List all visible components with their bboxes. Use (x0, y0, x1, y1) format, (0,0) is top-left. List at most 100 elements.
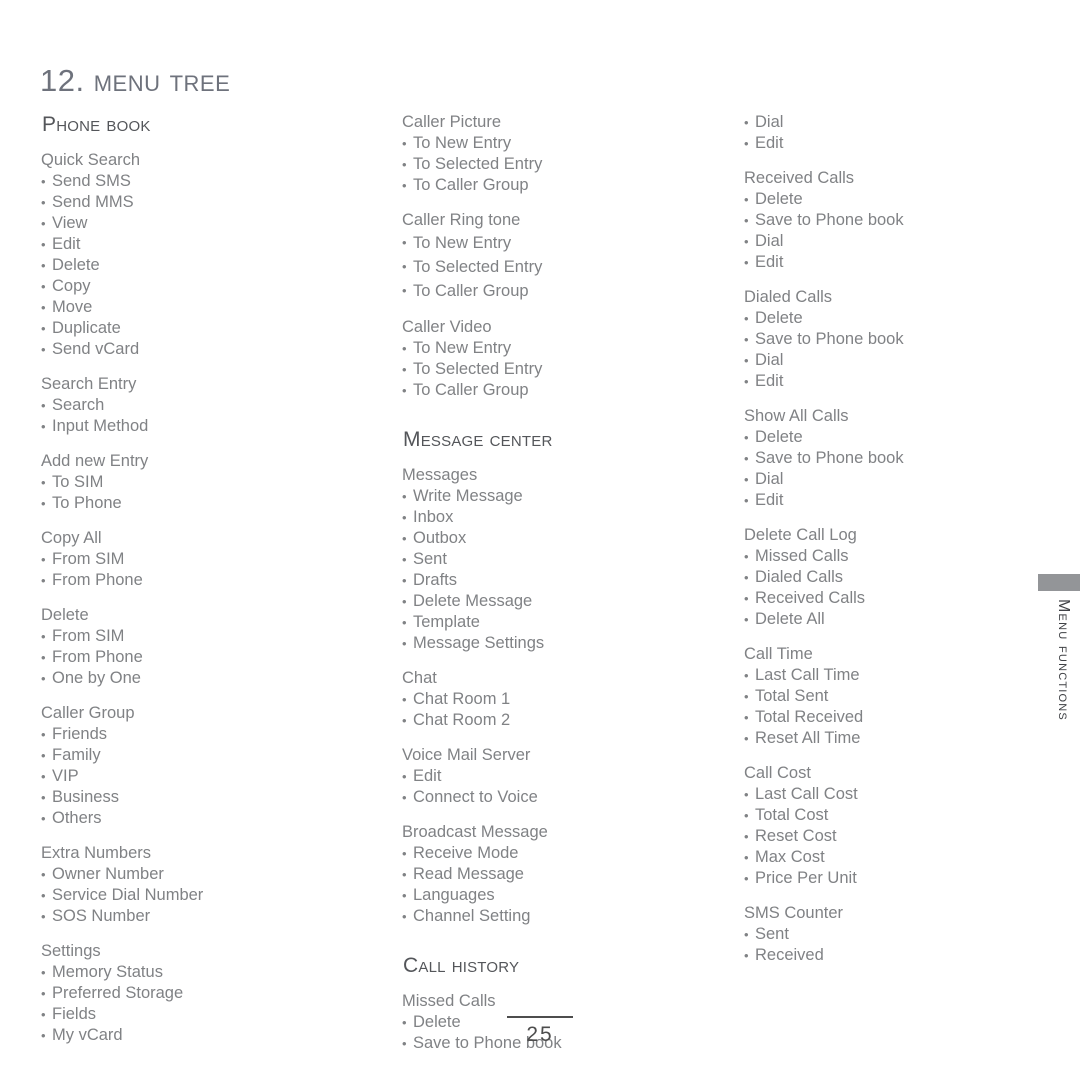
menu-item: Duplicate (41, 318, 341, 339)
menu-item-list: Last Call CostTotal CostReset CostMax Co… (744, 784, 1044, 889)
menu-group-title: Missed Calls (402, 992, 496, 1010)
menu-item: Connect to Voice (402, 787, 702, 808)
menu-item-list: EditConnect to Voice (402, 766, 702, 808)
menu-item: Edit (41, 234, 341, 255)
section-heading: Message Center (403, 428, 553, 451)
menu-item: To Phone (41, 493, 341, 514)
menu-item: From Phone (41, 570, 341, 591)
menu-tree-column-3: DialEditReceived CallsDeleteSave to Phon… (744, 112, 1044, 966)
menu-item: One by One (41, 668, 341, 689)
menu-item-list: DialEdit (744, 112, 1044, 154)
menu-item: Total Cost (744, 805, 1044, 826)
menu-item: Delete (41, 255, 341, 276)
menu-item-list: From SIMFrom PhoneOne by One (41, 626, 341, 689)
menu-item: Edit (744, 371, 1044, 392)
menu-group: Call Time Last Call TimeTotal SentTotal R… (744, 644, 1044, 749)
menu-item: Received Calls (744, 588, 1044, 609)
menu-group-title: Search Entry (41, 375, 137, 393)
menu-item: Delete (744, 427, 1044, 448)
menu-item: Price Per Unit (744, 868, 1044, 889)
menu-item: Save to Phone book (744, 210, 1044, 231)
menu-group: Add new Entry To SIMTo Phone (41, 451, 341, 514)
side-tab: Menu Functions (1038, 574, 1080, 726)
menu-group: Extra Numbers Owner NumberService Dial Nu… (41, 843, 341, 927)
menu-group-title: Copy All (41, 529, 102, 547)
menu-item: Channel Setting (402, 906, 702, 927)
menu-item: Delete (744, 308, 1044, 329)
menu-group-title: Add new Entry (41, 452, 149, 470)
menu-item: Send SMS (41, 171, 341, 192)
menu-item-list: DeleteSave to Phone bookDialEdit (744, 308, 1044, 392)
section-heading: Call History (403, 954, 520, 977)
menu-group-title: Caller Group (41, 704, 135, 722)
menu-item: Business (41, 787, 341, 808)
menu-item: Chat Room 2 (402, 710, 702, 731)
menu-item: Input Method (41, 416, 341, 437)
menu-item: Outbox (402, 528, 702, 549)
menu-group: Messages Write MessageInboxOutboxSentDraf… (402, 465, 702, 654)
menu-item: From SIM (41, 549, 341, 570)
menu-item: Receive Mode (402, 843, 702, 864)
side-tab-accent-bar (1038, 574, 1080, 591)
menu-group: Caller Group FriendsFamilyVIPBusinessOthe… (41, 703, 341, 829)
page-number: 25 (526, 1023, 554, 1046)
menu-item: Search (41, 395, 341, 416)
menu-group: Caller Picture To New EntryTo Selected En… (402, 112, 702, 196)
menu-item: To Caller Group (402, 279, 702, 303)
menu-item: Received (744, 945, 1044, 966)
menu-item-list: SentReceived (744, 924, 1044, 966)
menu-item: SOS Number (41, 906, 341, 927)
menu-group-title: Call Time (744, 645, 813, 663)
menu-tree-column-2: Caller PictureTo New EntryTo Selected En… (402, 112, 702, 1054)
menu-group-title: Messages (402, 466, 478, 484)
menu-group-title: Call Cost (744, 764, 811, 782)
menu-item: Preferred Storage (41, 983, 341, 1004)
menu-tree-column-1: Phone Book Quick Search Send SMSSend MMSVi… (41, 112, 341, 1046)
menu-group-title: Chat (402, 669, 437, 687)
menu-item: Memory Status (41, 962, 341, 983)
menu-item: From Phone (41, 647, 341, 668)
menu-item: Edit (402, 766, 702, 787)
menu-item-list: Send SMSSend MMSViewEditDeleteCopyMoveDu… (41, 171, 341, 360)
menu-item: To Caller Group (402, 380, 702, 401)
menu-item: Dial (744, 469, 1044, 490)
menu-item: Send MMS (41, 192, 341, 213)
menu-item: To SIM (41, 472, 341, 493)
menu-group: Caller Video To New EntryTo Selected Entr… (402, 317, 702, 401)
menu-item: Languages (402, 885, 702, 906)
menu-item: To Caller Group (402, 175, 702, 196)
menu-group: Copy All From SIMFrom Phone (41, 528, 341, 591)
menu-item: Sent (402, 549, 702, 570)
menu-item: Owner Number (41, 864, 341, 885)
menu-item: Total Received (744, 707, 1044, 728)
menu-item: Drafts (402, 570, 702, 591)
menu-item: Dial (744, 350, 1044, 371)
menu-group-title: Caller Video (402, 318, 492, 336)
menu-group: Caller Ring tone To New EntryTo Selected … (402, 210, 702, 303)
menu-item: To Selected Entry (402, 154, 702, 175)
menu-item-list: SearchInput Method (41, 395, 341, 437)
menu-item: Dialed Calls (744, 567, 1044, 588)
menu-item: Edit (744, 133, 1044, 154)
menu-item-list: To New EntryTo Selected EntryTo Caller G… (402, 338, 702, 401)
menu-group-title: Dialed Calls (744, 288, 833, 306)
menu-item-list: DeleteSave to Phone bookDialEdit (744, 189, 1044, 273)
menu-item: Max Cost (744, 847, 1044, 868)
menu-group: Quick Search Send SMSSend MMSViewEditDele… (41, 150, 341, 360)
menu-group-title: SMS Counter (744, 904, 844, 922)
menu-item: Save to Phone book (744, 448, 1044, 469)
menu-item: Write Message (402, 486, 702, 507)
side-tab-label: Menu Functions (1055, 599, 1072, 721)
menu-item: Delete (744, 189, 1044, 210)
menu-item-list: FriendsFamilyVIPBusinessOthers (41, 724, 341, 829)
menu-group-title: Extra Numbers (41, 844, 152, 862)
menu-item-list: Chat Room 1Chat Room 2 (402, 689, 702, 731)
menu-tree-columns: Phone Book Quick Search Send SMSSend MMSVi… (0, 0, 1080, 1054)
menu-group-title: Broadcast Message (402, 823, 548, 841)
menu-item-list: Missed CallsDialed CallsReceived CallsDe… (744, 546, 1044, 630)
menu-item: To Selected Entry (402, 359, 702, 380)
menu-item: Service Dial Number (41, 885, 341, 906)
menu-group-title: Show All Calls (744, 407, 849, 425)
menu-group: Search Entry SearchInput Method (41, 374, 341, 437)
menu-item: Dial (744, 231, 1044, 252)
